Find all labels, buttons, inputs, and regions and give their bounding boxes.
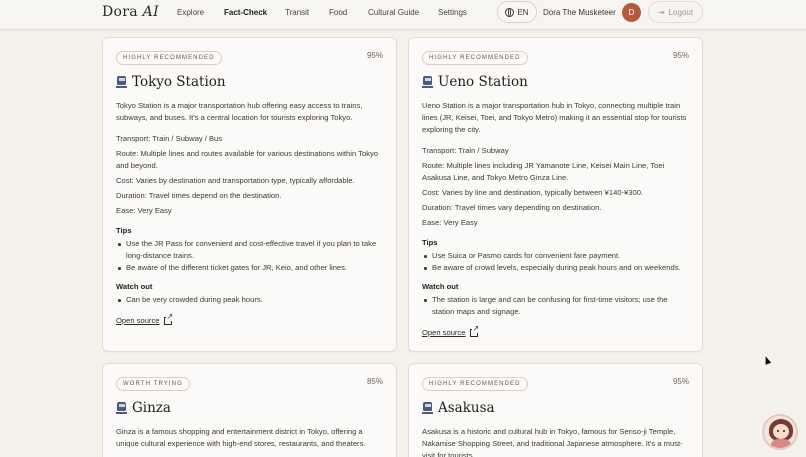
watch-out-item: The station is large and can be confusin…	[422, 294, 689, 318]
top-navbar: Dora AI Explore Fact-Check Transit Food …	[0, 0, 806, 30]
nav-explore[interactable]: Explore	[177, 8, 204, 17]
nav-settings[interactable]: Settings	[438, 8, 467, 17]
card-title-row: Ginza	[116, 400, 171, 416]
open-source-label: Open source	[116, 316, 160, 325]
result-card-asakusa: HIGHLY RECOMMENDED 95% Asakusa Asakusa i…	[408, 363, 703, 457]
tips-heading: Tips	[422, 238, 438, 247]
confidence-score: 85%	[366, 377, 383, 386]
language-label: EN	[517, 7, 529, 17]
open-source-link[interactable]: Open source	[422, 325, 480, 339]
app-logo[interactable]: Dora AI	[102, 4, 159, 20]
nav-cultural-guide[interactable]: Cultural Guide	[368, 8, 419, 17]
card-title-row: Ueno Station	[422, 74, 528, 90]
duration-detail: Duration: Travel times vary depending on…	[422, 203, 602, 212]
card-title: Ueno Station	[438, 74, 528, 90]
watch-out-heading: Watch out	[116, 282, 153, 291]
train-icon	[116, 402, 127, 414]
card-description: Tokyo Station is a major transportation …	[116, 101, 363, 122]
cost-detail: Cost: Varies by destination and transpor…	[116, 176, 355, 185]
logout-label: Logout	[668, 7, 694, 17]
card-description: Ginza is a famous shopping and entertain…	[116, 427, 366, 448]
duration-detail: Duration: Travel times depend on the des…	[116, 191, 282, 200]
card-title: Ginza	[132, 400, 171, 416]
tips-list: Use Suica or Pasmo cards for convenient …	[422, 250, 689, 274]
result-card-ginza: WORTH TRYING 85% Ginza Ginza is a famous…	[102, 363, 397, 457]
watch-out-list: The station is large and can be confusin…	[422, 294, 689, 318]
mouse-cursor-icon	[762, 355, 772, 365]
card-title: Tokyo Station	[132, 74, 226, 90]
card-title-row: Asakusa	[422, 400, 495, 416]
language-button[interactable]: EN	[497, 1, 537, 23]
globe-icon	[505, 7, 515, 17]
tips-heading: Tips	[116, 226, 132, 235]
ease-detail: Ease: Very Easy	[116, 206, 172, 215]
nav-transit[interactable]: Transit	[285, 8, 309, 17]
card-description: Ueno Station is a major transportation h…	[422, 101, 687, 134]
card-content: Tokyo Station is a major transportation …	[116, 100, 383, 327]
logo-ai-text: AI	[142, 4, 159, 20]
train-icon	[422, 402, 433, 414]
tip-item: Use the JR Pass for convenient and cost-…	[116, 238, 383, 262]
transport-detail: Transport: Train / Subway / Bus	[116, 134, 223, 143]
tips-list: Use the JR Pass for convenient and cost-…	[116, 238, 383, 274]
user-name: Dora The Musketeer	[543, 8, 616, 17]
logo-text: Dora	[102, 4, 138, 20]
card-title: Asakusa	[438, 400, 495, 416]
card-content: Ueno Station is a major transportation h…	[422, 100, 689, 339]
open-source-label: Open source	[422, 328, 466, 337]
card-title-row: Tokyo Station	[116, 74, 226, 90]
recommendation-badge: HIGHLY RECOMMENDED	[116, 51, 222, 65]
train-icon	[116, 76, 127, 88]
open-source-link[interactable]: Open source	[116, 313, 174, 327]
card-description: Asakusa is a historic and cultural hub i…	[422, 427, 683, 457]
recommendation-badge: WORTH TRYING	[116, 377, 190, 391]
card-content: Ginza is a famous shopping and entertain…	[116, 426, 383, 457]
logout-icon: ⇥	[657, 7, 665, 17]
watch-out-item: Can be very crowded during peak hours.	[116, 294, 383, 306]
result-card-tokyo-station: HIGHLY RECOMMENDED 95% Tokyo Station Tok…	[102, 37, 397, 352]
train-icon	[422, 76, 433, 88]
external-link-icon	[164, 313, 174, 325]
recommendation-badge: HIGHLY RECOMMENDED	[422, 377, 528, 391]
recommendation-badge: HIGHLY RECOMMENDED	[422, 51, 528, 65]
logout-button[interactable]: ⇥ Logout	[648, 1, 703, 23]
watch-out-list: Can be very crowded during peak hours.	[116, 294, 383, 306]
confidence-score: 95%	[672, 377, 689, 386]
assistant-avatar-button[interactable]	[762, 414, 798, 450]
result-card-ueno-station: HIGHLY RECOMMENDED 95% Ueno Station Ueno…	[408, 37, 703, 352]
tip-item: Be aware of the different ticket gates f…	[116, 262, 383, 274]
transport-detail: Transport: Train / Subway	[422, 146, 509, 155]
card-content: Asakusa is a historic and cultural hub i…	[422, 426, 689, 457]
nav-fact-check[interactable]: Fact-Check	[224, 8, 267, 17]
route-detail: Route: Multiple lines and routes availab…	[116, 149, 378, 170]
avatar[interactable]: D	[622, 3, 641, 22]
nav-food[interactable]: Food	[329, 8, 347, 17]
route-detail: Route: Multiple lines including JR Yaman…	[422, 161, 665, 182]
tip-item: Be aware of crowd levels, especially dur…	[422, 262, 689, 274]
tip-item: Use Suica or Pasmo cards for convenient …	[422, 250, 689, 262]
cost-detail: Cost: Varies by line and destination, ty…	[422, 188, 644, 197]
external-link-icon	[470, 325, 480, 337]
confidence-score: 95%	[672, 51, 689, 60]
ease-detail: Ease: Very Easy	[422, 218, 478, 227]
watch-out-heading: Watch out	[422, 282, 459, 291]
confidence-score: 95%	[366, 51, 383, 60]
